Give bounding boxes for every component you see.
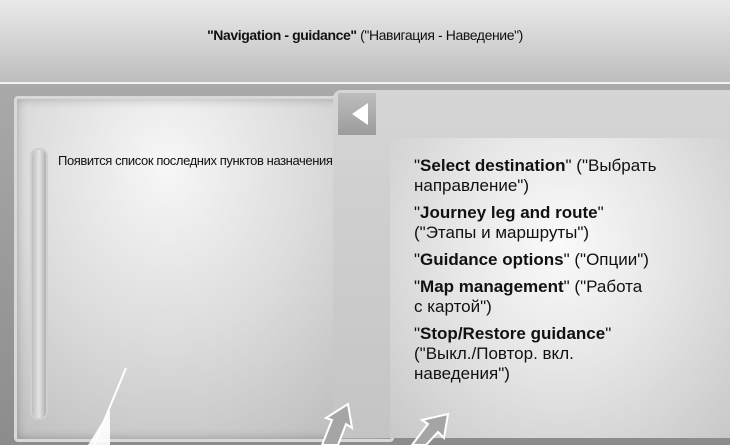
menu-item-key: Stop/Restore guidance — [420, 324, 606, 343]
menu-item-guidance-options[interactable]: "Guidance options" ("Опции") — [414, 250, 724, 270]
left-triangle-icon — [352, 103, 368, 125]
menu-item-select-destination[interactable]: "Select destination" ("Выбрать направлен… — [414, 156, 724, 196]
back-button[interactable] — [338, 93, 376, 135]
menu-item-map-management[interactable]: "Map management" ("Работа с картой") — [414, 277, 724, 317]
menu-item-key: Guidance options — [420, 250, 564, 269]
page-title: "Navigation - guidance" ("Навигация - На… — [0, 27, 730, 43]
menu-item-translation-cont: с картой") — [414, 297, 492, 316]
menu-item-translation: ("Этапы и маршруты") — [414, 223, 590, 242]
menu-item-stop-restore-guidance[interactable]: "Stop/Restore guidance" ("Выкл./Повтор. … — [414, 324, 724, 384]
menu-item-journey-leg-route[interactable]: "Journey leg and route" ("Этапы и маршру… — [414, 203, 724, 243]
guidance-menu: "Select destination" ("Выбрать направлен… — [414, 156, 724, 391]
header-bar: "Navigation - guidance" ("Навигация - На… — [0, 0, 730, 84]
page-title-main: "Navigation - guidance" — [207, 27, 357, 43]
menu-item-translation: ("Выкл./Повтор. вкл. — [414, 344, 574, 363]
menu-item-translation-cont: наведения") — [414, 364, 510, 383]
menu-item-key: Journey leg and route — [420, 203, 598, 222]
menu-item-translation-cont: направление") — [414, 176, 530, 195]
menu-item-key: Select destination — [420, 156, 566, 175]
menu-item-translation: ("Работа — [569, 277, 643, 296]
scrollbar[interactable] — [30, 148, 48, 420]
menu-item-translation: ("Опции") — [569, 250, 649, 269]
guidance-screen: "Navigation - guidance" ("Навигация - На… — [0, 0, 730, 445]
menu-item-translation: ("Выбрать — [571, 156, 657, 175]
page-title-sub: ("Навигация - Наведение") — [360, 27, 523, 43]
menu-item-key: Map management — [420, 277, 564, 296]
